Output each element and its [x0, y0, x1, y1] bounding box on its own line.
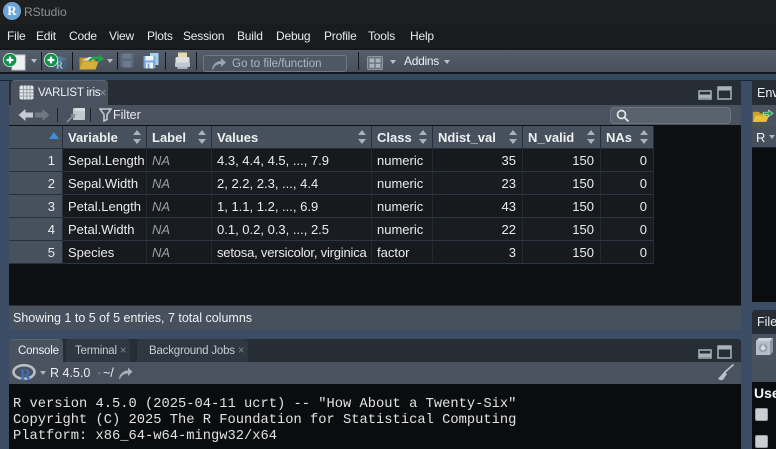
svg-text:R: R [20, 367, 32, 383]
